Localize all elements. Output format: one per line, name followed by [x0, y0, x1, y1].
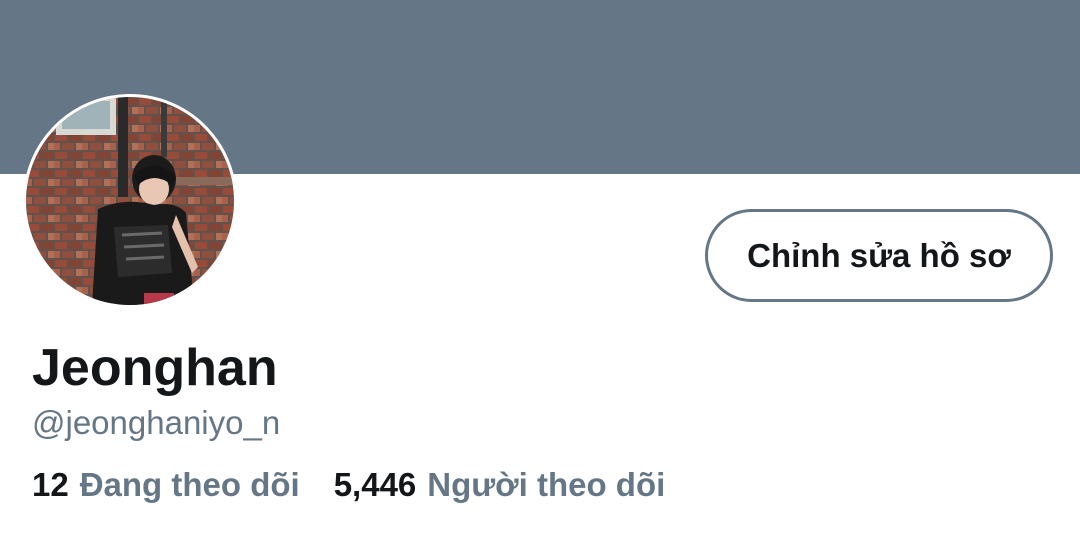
followers-label: Người theo dõi — [427, 466, 666, 503]
following-count: 12 — [32, 466, 69, 503]
profile-avatar[interactable] — [23, 94, 237, 308]
follow-stats: 12 Đang theo dõi 5,446 Người theo dõi — [32, 462, 665, 508]
profile-page: Chỉnh sửa hồ sơ Jeonghan @jeonghaniyo_n … — [0, 0, 1080, 546]
following-link[interactable]: 12 Đang theo dõi — [32, 462, 300, 508]
profile-display-name: Jeonghan — [32, 339, 278, 397]
followers-count: 5,446 — [333, 466, 417, 503]
edit-profile-button[interactable]: Chỉnh sửa hồ sơ — [705, 209, 1053, 302]
following-label: Đang theo dõi — [79, 466, 300, 503]
followers-link[interactable]: 5,446 Người theo dõi — [334, 462, 666, 508]
profile-handle: @jeonghaniyo_n — [32, 404, 281, 441]
avatar-photo — [26, 97, 234, 305]
